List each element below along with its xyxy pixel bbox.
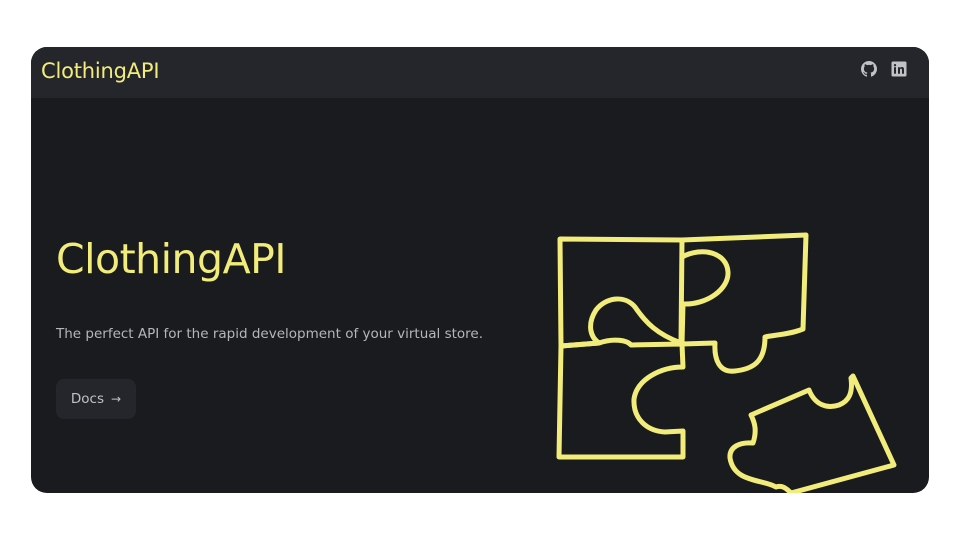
app-window: ClothingAPI ClothingAPI The perfect API …	[31, 47, 929, 493]
docs-button[interactable]: Docs →	[56, 379, 136, 419]
brand-logo[interactable]: ClothingAPI	[41, 59, 160, 83]
docs-button-label: Docs	[70, 391, 105, 407]
github-icon[interactable]	[861, 61, 877, 77]
hero-title: ClothingAPI	[56, 235, 286, 283]
header: ClothingAPI	[31, 47, 929, 98]
linkedin-icon[interactable]	[891, 61, 907, 77]
social-links	[861, 61, 907, 77]
hero-subtitle: The perfect API for the rapid developmen…	[56, 326, 484, 342]
arrow-right-icon: →	[111, 392, 122, 406]
